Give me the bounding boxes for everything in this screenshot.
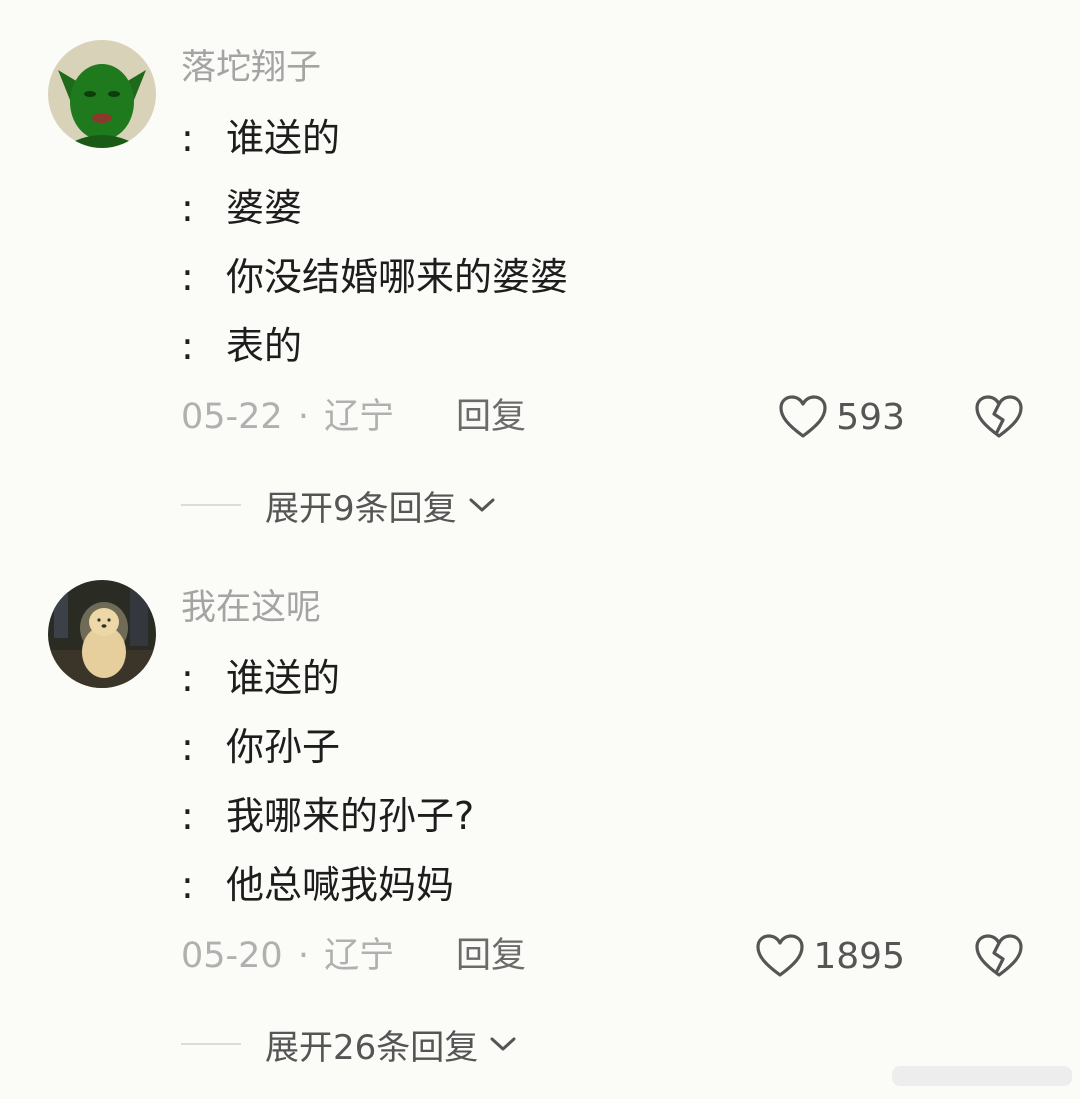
- line-prefix: :: [181, 794, 194, 838]
- comment-location: 辽宁: [324, 397, 395, 437]
- username[interactable]: 落坨翔子: [181, 48, 321, 88]
- line-prefix: :: [181, 116, 194, 160]
- like-count: 593: [836, 396, 905, 438]
- line-text: 婆婆: [226, 186, 303, 230]
- like-button[interactable]: 1895: [755, 931, 905, 981]
- broken-heart-icon: [975, 934, 1023, 977]
- comment-meta: 05-22 · 辽宁: [181, 392, 394, 442]
- line-prefix: :: [181, 255, 194, 299]
- dislike-button[interactable]: [974, 933, 1024, 979]
- like-count: 1895: [813, 935, 905, 977]
- comment-line: : 你孙子: [181, 722, 340, 772]
- avatar[interactable]: [48, 580, 156, 688]
- chevron-down-icon: [490, 1037, 516, 1051]
- divider: [181, 1043, 241, 1045]
- broken-heart-icon: [975, 395, 1023, 438]
- line-text: 谁送的: [226, 116, 341, 160]
- meta-separator: ·: [297, 936, 309, 976]
- like-button[interactable]: 593: [778, 392, 905, 442]
- expand-replies-label: 展开26条回复: [265, 1027, 479, 1068]
- line-text: 表的: [226, 324, 303, 368]
- comment-line: : 谁送的: [181, 113, 340, 163]
- divider: [181, 504, 241, 506]
- line-text: 谁送的: [226, 656, 341, 700]
- expand-replies-label: 展开9条回复: [265, 488, 457, 529]
- username[interactable]: 我在这呢: [181, 588, 321, 628]
- line-prefix: :: [181, 863, 194, 907]
- comment-date: 05-20: [181, 936, 283, 976]
- reply-button[interactable]: 回复: [456, 931, 526, 981]
- avatar[interactable]: [48, 40, 156, 148]
- chevron-down-icon: [469, 498, 495, 512]
- reply-button[interactable]: 回复: [456, 392, 526, 442]
- home-indicator: [892, 1066, 1072, 1086]
- comment-line: : 他总喊我妈妈: [181, 860, 454, 910]
- dislike-button[interactable]: [974, 394, 1024, 440]
- comment-meta: 05-20 · 辽宁: [181, 931, 394, 981]
- expand-replies[interactable]: 展开26条回复: [181, 1019, 518, 1069]
- line-text: 他总喊我妈妈: [226, 863, 455, 907]
- line-text: 你没结婚哪来的婆婆: [226, 255, 569, 299]
- line-text: 你孙子: [226, 725, 341, 769]
- comment-line: : 你没结婚哪来的婆婆: [181, 252, 568, 302]
- comment-line: : 谁送的: [181, 653, 340, 703]
- line-prefix: :: [181, 186, 194, 230]
- heart-outline-icon: [779, 395, 827, 438]
- comment-line: : 表的: [181, 321, 302, 371]
- comment-line: : 我哪来的孙子?: [181, 791, 474, 841]
- comment-location: 辽宁: [324, 936, 395, 976]
- heart-outline-icon: [756, 934, 804, 977]
- comment-date: 05-22: [181, 397, 283, 437]
- line-text: 我哪来的孙子?: [226, 794, 475, 838]
- line-prefix: :: [181, 656, 194, 700]
- expand-replies[interactable]: 展开9条回复: [181, 480, 497, 530]
- line-prefix: :: [181, 324, 194, 368]
- meta-separator: ·: [297, 397, 309, 437]
- comment-line: : 婆婆: [181, 183, 302, 233]
- line-prefix: :: [181, 725, 194, 769]
